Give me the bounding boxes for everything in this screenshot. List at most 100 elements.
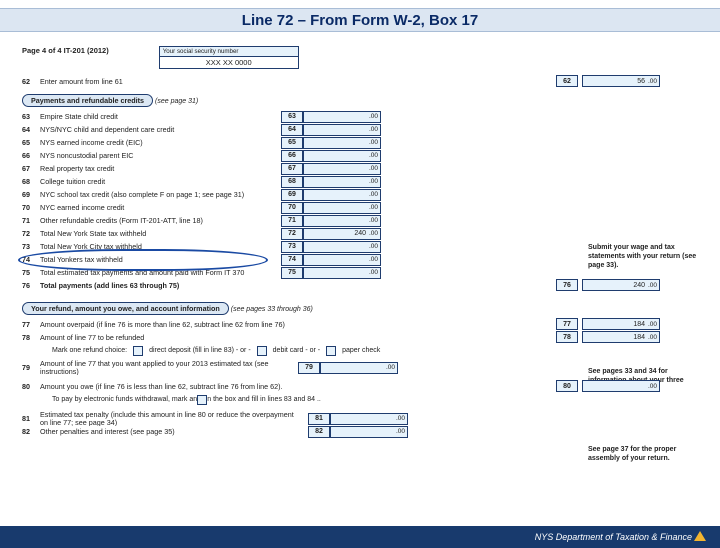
amt-76: 240 bbox=[582, 279, 660, 291]
line-81: 81 Estimated tax penalty (include this a… bbox=[22, 412, 698, 425]
line-80b: To pay by electronic funds withdrawal, m… bbox=[22, 393, 698, 406]
box-num-73: 73 bbox=[281, 241, 303, 253]
line-desc: Amount overpaid (if line 76 is more than… bbox=[40, 318, 440, 331]
amt-67 bbox=[303, 163, 381, 175]
line-desc: Other refundable credits (Form IT-201-AT… bbox=[40, 214, 275, 227]
line-desc: Amount you owe (if line 76 is less than … bbox=[40, 380, 440, 393]
line-desc: NYS/NYC child and dependent care credit bbox=[40, 123, 275, 136]
line-num: 65 bbox=[22, 136, 40, 149]
box-num-74: 74 bbox=[281, 254, 303, 266]
side-note-wage: Submit your wage and tax statements with… bbox=[588, 244, 698, 270]
line-num: 62 bbox=[22, 75, 40, 88]
label-direct: direct deposit (fill in line 83) - or - bbox=[149, 347, 251, 354]
line-num: 69 bbox=[22, 188, 40, 201]
line-num: 71 bbox=[22, 214, 40, 227]
refund-choice-row: Mark one refund choice: direct deposit (… bbox=[22, 344, 698, 357]
line-num: 66 bbox=[22, 149, 40, 162]
line-72: 72Total New York State tax withheld72240 bbox=[22, 227, 698, 240]
line-num: 64 bbox=[22, 123, 40, 136]
line-desc: Other penalties and interest (see page 3… bbox=[40, 425, 300, 438]
line-num: 77 bbox=[22, 318, 40, 331]
line-desc: Total estimated tax payments and amount … bbox=[40, 266, 275, 279]
line-desc: Enter amount from line 61 bbox=[40, 75, 340, 88]
checkbox-direct[interactable] bbox=[133, 346, 143, 356]
line-desc: Total Yonkers tax withheld bbox=[40, 253, 275, 266]
line-77: 77 Amount overpaid (if line 76 is more t… bbox=[22, 318, 698, 331]
line-68: 68College tuition credit68 bbox=[22, 175, 698, 188]
line-desc: NYS earned income credit (EIC) bbox=[40, 136, 275, 149]
line-71: 71Other refundable credits (Form IT-201-… bbox=[22, 214, 698, 227]
line-num: 75 bbox=[22, 266, 40, 279]
ssn-box: Your social security number XXX XX 0000 bbox=[159, 46, 299, 69]
amt-75 bbox=[303, 267, 381, 279]
box-num-81: 81 bbox=[308, 413, 330, 425]
line-desc: NYS noncustodial parent EIC bbox=[40, 149, 275, 162]
amt-82 bbox=[330, 426, 408, 438]
label-paper: paper check bbox=[342, 347, 380, 354]
section-note: (see page 31) bbox=[155, 98, 198, 105]
line-num: 82 bbox=[22, 425, 40, 438]
box-num-65: 65 bbox=[281, 137, 303, 149]
line-desc: Total New York State tax withheld bbox=[40, 227, 275, 240]
box-num-78: 78 bbox=[556, 331, 578, 343]
section-note: (see pages 33 through 36) bbox=[231, 306, 313, 313]
line-num: 74 bbox=[22, 253, 40, 266]
slide-title: Line 72 – From Form W-2, Box 17 bbox=[0, 8, 720, 32]
box-num-67: 67 bbox=[281, 163, 303, 175]
line-70: 70NYC earned income credit70 bbox=[22, 201, 698, 214]
checkbox-efw[interactable] bbox=[197, 395, 207, 405]
line-num: 76 bbox=[22, 279, 40, 292]
line-66: 66NYS noncustodial parent EIC66 bbox=[22, 149, 698, 162]
amt-78: 184 bbox=[582, 331, 660, 343]
amt-72: 240 bbox=[303, 228, 381, 240]
box-num-69: 69 bbox=[281, 189, 303, 201]
amt-66 bbox=[303, 150, 381, 162]
line-num: 67 bbox=[22, 162, 40, 175]
amt-62: 56 bbox=[582, 75, 660, 87]
page-indicator: Page 4 of 4 IT-201 (2012) bbox=[22, 46, 109, 55]
section-pill-payments: Payments and refundable credits bbox=[22, 94, 153, 107]
line-num: 80 bbox=[22, 380, 40, 393]
line-num: 72 bbox=[22, 227, 40, 240]
line-num: 81 bbox=[22, 412, 40, 425]
amt-73 bbox=[303, 241, 381, 253]
amt-74 bbox=[303, 254, 381, 266]
box-num-77: 77 bbox=[556, 318, 578, 330]
footer-bar: NYS Department of Taxation & Finance bbox=[0, 526, 720, 548]
line-num: 78 bbox=[22, 331, 40, 344]
line-desc: NYC earned income credit bbox=[40, 201, 275, 214]
amt-81 bbox=[330, 413, 408, 425]
line-desc: Amount of line 77 to be refunded bbox=[40, 331, 340, 344]
line-67: 67Real property tax credit67 bbox=[22, 162, 698, 175]
line-desc: NYC school tax credit (also complete F o… bbox=[40, 188, 275, 201]
box-num-79: 79 bbox=[298, 362, 320, 374]
line-64: 64NYS/NYC child and dependent care credi… bbox=[22, 123, 698, 136]
section-refund: Your refund, amount you owe, and account… bbox=[22, 296, 698, 318]
box-num-72: 72 bbox=[281, 228, 303, 240]
line-num: 73 bbox=[22, 240, 40, 253]
amt-79 bbox=[320, 362, 398, 374]
box-num-82: 82 bbox=[308, 426, 330, 438]
box-num-63: 63 bbox=[281, 111, 303, 123]
section-payments: Payments and refundable credits (see pag… bbox=[22, 88, 698, 110]
amt-80 bbox=[582, 380, 660, 392]
line-desc: College tuition credit bbox=[40, 175, 275, 188]
amt-68 bbox=[303, 176, 381, 188]
box-num-64: 64 bbox=[281, 124, 303, 136]
amt-65 bbox=[303, 137, 381, 149]
line-80: 80 Amount you owe (if line 76 is less th… bbox=[22, 380, 698, 393]
ssn-label: Your social security number bbox=[160, 47, 298, 57]
amt-70 bbox=[303, 202, 381, 214]
checkbox-paper[interactable] bbox=[326, 346, 336, 356]
line-num: 70 bbox=[22, 201, 40, 214]
box-num-71: 71 bbox=[281, 215, 303, 227]
amt-64 bbox=[303, 124, 381, 136]
line-desc: Total New York City tax withheld bbox=[40, 240, 275, 253]
box-num-70: 70 bbox=[281, 202, 303, 214]
amt-63 bbox=[303, 111, 381, 123]
footer-text: NYS Department of Taxation & Finance bbox=[535, 532, 692, 542]
amt-71 bbox=[303, 215, 381, 227]
checkbox-debit[interactable] bbox=[257, 346, 267, 356]
line-65: 65NYS earned income credit (EIC)65 bbox=[22, 136, 698, 149]
line-desc: Real property tax credit bbox=[40, 162, 275, 175]
